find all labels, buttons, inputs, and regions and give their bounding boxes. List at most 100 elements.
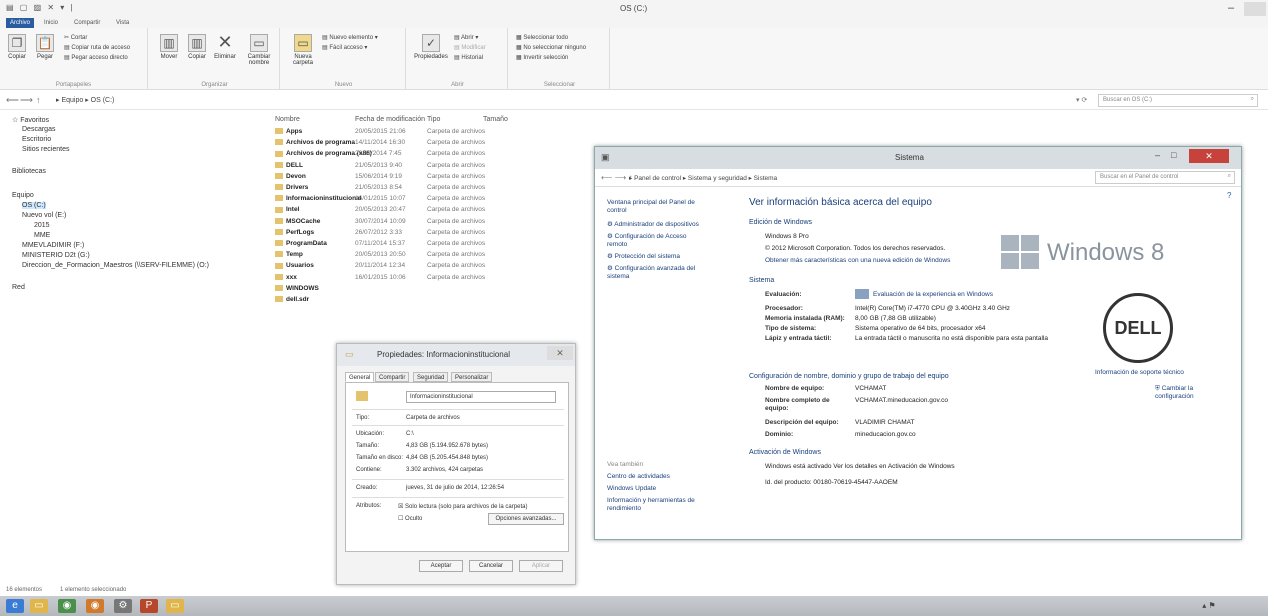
file-row[interactable]: xxx 16/01/2015 10:06 Carpeta de archivos — [275, 274, 595, 285]
cut-button[interactable]: ✂ Cortar — [64, 34, 87, 41]
file-row[interactable]: ProgramData 07/11/2014 15:37 Carpeta de ar… — [275, 240, 595, 251]
link-device-manager[interactable]: ⚙ Administrador de dispositivos — [607, 221, 699, 229]
tab-personalizar[interactable]: Personalizar — [451, 372, 493, 382]
nav-2015[interactable]: 2015 — [34, 222, 50, 229]
easy-access-button[interactable]: ▤ Fácil acceso ▾ — [322, 44, 367, 51]
link-panel-control[interactable]: Ventana principal del Panel de control — [607, 199, 697, 215]
copy-path-button[interactable]: ▤ Copiar ruta de acceso — [64, 44, 130, 51]
system-address-path[interactable]: ▸ Panel de control ▸ Sistema y seguridad… — [629, 174, 777, 182]
properties-close-button[interactable]: ✕ — [547, 346, 573, 360]
file-row[interactable]: Archivos de programa (x86) 20/11/2014 7:4… — [275, 150, 595, 161]
system-nav-arrows[interactable]: ⟵ ⟶ ↑ — [601, 173, 632, 182]
powerpoint-icon[interactable]: P — [140, 599, 158, 613]
link-system-protection[interactable]: ⚙ Protección del sistema — [607, 253, 680, 261]
new-item-button[interactable]: ▤ Nuevo elemento ▾ — [322, 34, 378, 41]
history-button[interactable]: ▤ Historial — [454, 54, 483, 61]
file-row[interactable]: Informacioninstitucional 16/01/2015 10:07… — [275, 195, 595, 206]
app-icon[interactable]: ⚙ — [114, 599, 132, 613]
advanced-button[interactable]: Opciones avanzadas... — [488, 513, 564, 525]
file-row[interactable]: Intel 20/05/2013 20:47 Carpeta de archivos — [275, 206, 595, 217]
file-row[interactable]: WINDOWS — [275, 285, 595, 296]
nav-mme[interactable]: MME — [34, 232, 50, 239]
nav-sitios-recientes[interactable]: Sitios recientes — [22, 146, 69, 153]
column-size[interactable]: Tamaño — [483, 116, 508, 123]
file-explorer-icon[interactable]: ▭ — [30, 599, 48, 613]
column-type[interactable]: Tipo — [427, 116, 440, 123]
move-button[interactable]: ▥ Mover — [156, 34, 182, 60]
file-row[interactable]: DELL 21/05/2013 9:40 Carpeta de archivos — [275, 162, 595, 173]
quick-access-toolbar[interactable]: ▤ ▢ ▨ ✕ ▾ | — [6, 3, 75, 12]
nav-bibliotecas[interactable]: Bibliotecas — [12, 168, 46, 175]
rating-link[interactable]: Evaluación de la experiencia en Windows — [873, 291, 993, 299]
ok-button[interactable]: Aceptar — [419, 560, 463, 572]
tab-seguridad[interactable]: Seguridad — [413, 372, 449, 382]
column-date[interactable]: Fecha de modificación — [355, 116, 425, 123]
nav-equipo[interactable]: Equipo — [12, 192, 34, 199]
select-all-button[interactable]: ▦ Seleccionar todo — [516, 34, 568, 41]
system-tray-icon[interactable]: ▴ ⚑ — [1200, 599, 1218, 613]
nav-direccion[interactable]: Direccion_de_Formacion_Maestros (\\SERV-… — [22, 262, 209, 269]
readonly-checkbox[interactable]: ☒ Solo lectura (solo para archivos de la… — [398, 503, 527, 510]
link-advanced-settings[interactable]: ⚙ Configuración avanzada del sistema — [607, 265, 707, 281]
file-row[interactable]: MSOCache 30/07/2014 10:09 Carpeta de archi… — [275, 218, 595, 229]
properties-button[interactable]: ✓ Propiedades — [412, 34, 450, 60]
search-input[interactable]: Buscar en OS (C:) ⌕ — [1098, 94, 1258, 107]
folder-taskbar-icon[interactable]: ▭ — [166, 599, 184, 613]
forward-button[interactable]: ⟶ — [20, 95, 33, 106]
link-performance[interactable]: Información y herramientas de rendimient… — [607, 497, 717, 513]
address-path[interactable]: ▸ Equipo ▸ OS (C:) — [56, 96, 114, 104]
delete-button[interactable]: ✕ Eliminar — [212, 33, 238, 60]
chrome-icon[interactable]: ◉ — [58, 599, 76, 613]
nav-favoritos[interactable]: ☆ Favoritos — [12, 116, 49, 124]
paste-shortcut-button[interactable]: ▤ Pegar acceso directo — [64, 54, 128, 61]
file-row[interactable]: dell.sdr — [275, 296, 595, 307]
file-row[interactable]: Devon 15/06/2014 9:19 Carpeta de archivos — [275, 173, 595, 184]
nav-escritorio[interactable]: Escritorio — [22, 136, 51, 143]
nav-os-c[interactable]: OS (C:) — [22, 202, 46, 209]
open-button[interactable]: ▤ Abrir ▾ — [454, 34, 478, 41]
tab-compartir[interactable]: Compartir — [70, 18, 104, 28]
tab-inicio[interactable]: Inicio — [40, 18, 62, 28]
modify-button[interactable]: ▤ Modificar — [454, 44, 486, 51]
link-windows-update[interactable]: Windows Update — [607, 485, 656, 493]
file-row[interactable]: Temp 20/05/2013 20:50 Carpeta de archivos — [275, 251, 595, 262]
apply-button[interactable]: Aplicar — [519, 560, 563, 572]
tab-archivo[interactable]: Archivo — [6, 18, 35, 28]
new-folder-button[interactable]: ▭ Nueva carpeta — [288, 34, 318, 66]
link-action-center[interactable]: Centro de actividades — [607, 473, 670, 481]
firefox-icon[interactable]: ◉ — [86, 599, 104, 613]
nav-ministerio[interactable]: MINISTERIO D2t (G:) — [22, 252, 90, 259]
paste-button[interactable]: 📋 Pegar — [32, 34, 58, 60]
tab-vista[interactable]: Vista — [112, 18, 133, 28]
file-row[interactable]: Apps 20/05/2015 21:06 Carpeta de archivos — [275, 128, 595, 139]
file-row[interactable]: Usuarios 20/11/2014 12:34 Carpeta de archi… — [275, 262, 595, 273]
tab-compartir-prop[interactable]: Compartir — [375, 372, 410, 382]
minimize-button[interactable]: – — [1228, 2, 1234, 14]
maximize-button[interactable] — [1244, 2, 1266, 16]
more-features-link[interactable]: Obtener más características con una nuev… — [765, 257, 950, 265]
file-row[interactable]: Drivers 21/05/2013 8:54 Carpeta de archivo… — [275, 184, 595, 195]
hidden-checkbox[interactable]: ☐ Oculto — [398, 515, 422, 522]
up-button[interactable]: ↑ — [36, 95, 41, 105]
system-search-input[interactable]: Buscar en el Panel de control ⌕ — [1095, 171, 1235, 184]
cancel-button[interactable]: Cancelar — [469, 560, 513, 572]
support-link[interactable]: Información de soporte técnico — [1095, 369, 1184, 377]
folder-name-input[interactable]: Informacioninstitucional — [406, 391, 556, 403]
rename-button[interactable]: ▭ Cambiar nombre — [242, 34, 276, 66]
link-remote-access[interactable]: ⚙ Configuración de Acceso remoto — [607, 233, 707, 249]
help-icon[interactable]: ? — [1227, 191, 1231, 200]
nav-nuevo-vol[interactable]: Nuevo vol (E:) — [22, 212, 66, 219]
nav-mmevladimir[interactable]: MMEVLADIMIR (F:) — [22, 242, 84, 249]
invert-selection-button[interactable]: ▦ Invertir selección — [516, 54, 568, 61]
tab-general[interactable]: General — [345, 372, 375, 382]
change-settings-link[interactable]: ⛨ Cambiar la configuración — [1155, 385, 1225, 401]
copy-to-button[interactable]: ▥ Copiar — [184, 34, 210, 60]
ie-icon[interactable]: e — [6, 599, 24, 613]
file-row[interactable]: Archivos de programa 14/11/2014 16:30 Carp… — [275, 139, 595, 150]
column-name[interactable]: Nombre — [275, 116, 300, 123]
system-minimize-button[interactable]: – — [1155, 150, 1160, 160]
copy-button[interactable]: ❐ Copiar — [4, 34, 30, 60]
refresh-button[interactable]: ▾ ⟳ — [1076, 96, 1087, 104]
system-close-button[interactable]: ✕ — [1189, 149, 1229, 163]
nav-red[interactable]: Red — [12, 284, 25, 291]
